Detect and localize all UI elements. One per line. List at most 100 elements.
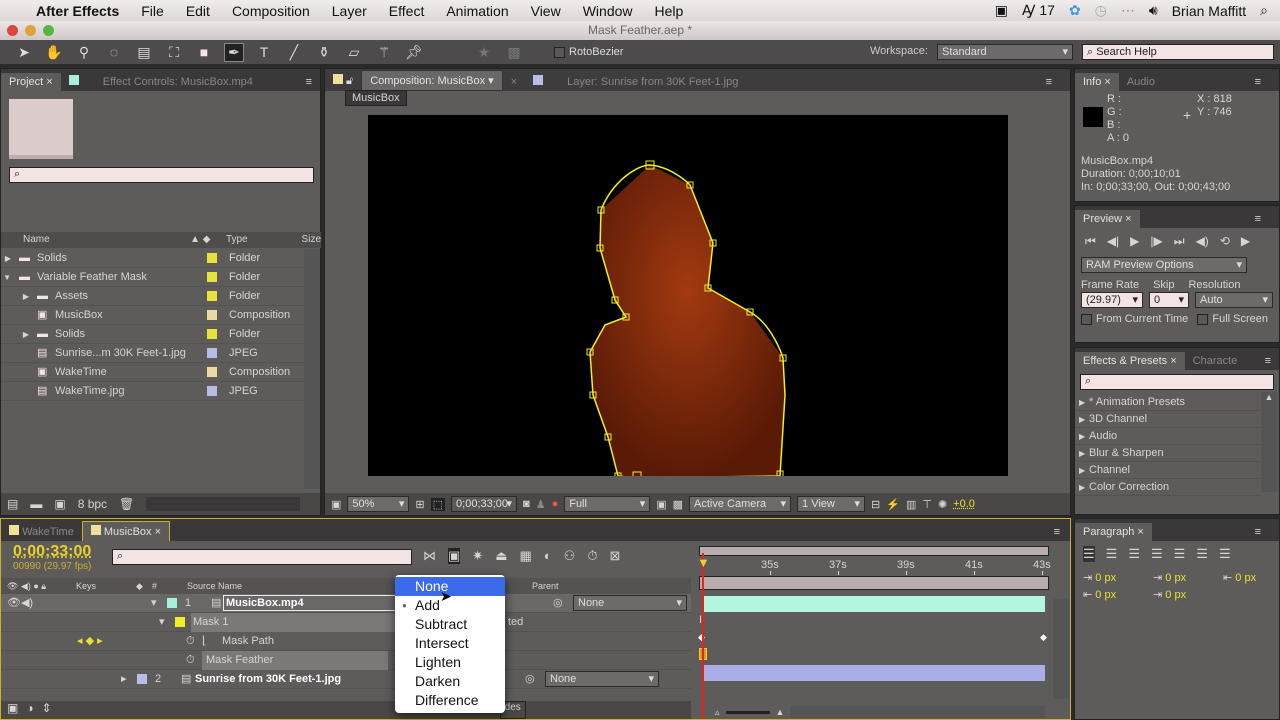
layer-row[interactable]: 👁︎◀) ▾ 1 ▤ MusicBox.mp4 ◎ None	[1, 594, 691, 613]
effects-category[interactable]: ▶ Channel	[1075, 462, 1261, 479]
mask-mode-option[interactable]: Lighten	[395, 653, 505, 672]
bluetooth-icon[interactable]: ⋯	[1121, 2, 1135, 19]
exposure-value[interactable]: +0.0	[953, 498, 975, 510]
expand-triangle-icon[interactable]: ▶	[1, 325, 29, 344]
snapshot-icon[interactable]: ◙	[523, 498, 530, 510]
skip-dropdown[interactable]: 0	[1149, 292, 1189, 308]
current-time-field[interactable]: 0;00;33;00	[451, 496, 518, 512]
draft-3d-icon[interactable]: ✷	[472, 548, 483, 564]
panel-menu-icon[interactable]: ≡	[1237, 523, 1279, 541]
transfer-controls-icon[interactable]: ◑	[26, 701, 33, 719]
mask-mode-option[interactable]: Difference	[395, 691, 505, 710]
comp-breadcrumb[interactable]: MusicBox	[345, 90, 407, 106]
zoom-out-icon[interactable]: ▵	[715, 707, 720, 718]
first-frame-icon[interactable]: ⏮	[1085, 234, 1096, 249]
volume-icon[interactable]: 🔊︎	[1149, 2, 1158, 19]
live-update-icon[interactable]: ▣	[448, 548, 461, 564]
transparency-grid-icon[interactable]: ▩	[673, 498, 683, 511]
justify-last-center-icon[interactable]: ☰	[1174, 546, 1186, 562]
mask-path-row[interactable]: ◂ ◆ ▸ ⏱ ⌊ Mask Path	[1, 632, 691, 651]
time-navigator[interactable]	[699, 546, 1049, 556]
new-composition-icon[interactable]: ▣	[54, 497, 65, 511]
expand-triangle-icon[interactable]: ▸	[121, 670, 131, 689]
current-time-indicator[interactable]	[702, 553, 704, 719]
sync-icon[interactable]: ✿	[1069, 2, 1081, 19]
label-swatch[interactable]	[207, 310, 217, 320]
label-swatch[interactable]	[207, 348, 217, 358]
menu-effect[interactable]: Effect	[389, 3, 425, 19]
loop-icon[interactable]: ⟲	[1220, 234, 1230, 249]
effects-search-input[interactable]: ⌕	[1080, 374, 1274, 390]
effects-category[interactable]: ▶ Blur & Sharpen	[1075, 445, 1261, 462]
expand-triangle-icon[interactable]: ▶	[1075, 445, 1089, 462]
expand-triangle-icon[interactable]: ▶	[1075, 428, 1089, 445]
expand-triangle-icon[interactable]: ▶	[1075, 462, 1089, 479]
space-after-field[interactable]: ⇥ 0 px	[1153, 588, 1223, 601]
tab-preview[interactable]: Preview ×	[1075, 210, 1140, 228]
zoom-window-button[interactable]	[43, 25, 54, 36]
layer-1-duration-bar[interactable]	[703, 596, 1045, 612]
tab-project[interactable]: Project ×	[1, 73, 61, 91]
pan-behind-tool-icon[interactable]: ⛶	[164, 44, 184, 61]
keyframe-navigator[interactable]: ◂ ◆ ▸	[1, 632, 186, 651]
menu-composition[interactable]: Composition	[232, 3, 310, 19]
justify-last-right-icon[interactable]: ☰	[1196, 546, 1208, 562]
comp-mini-flowchart-icon[interactable]: ⋈	[423, 548, 436, 564]
search-help-input[interactable]: ⌕ Search Help	[1082, 44, 1274, 60]
composition-viewer[interactable]	[368, 115, 1008, 481]
time-ruler[interactable]: 35s 37s 39s 41s 43s	[695, 557, 1051, 575]
clone-stamp-tool-icon[interactable]: ⚱	[314, 44, 334, 61]
layer-name-field[interactable]: MusicBox.mp4	[223, 595, 409, 611]
tab-character[interactable]: Characte	[1185, 352, 1246, 370]
always-preview-icon[interactable]: ▣	[331, 498, 341, 511]
exposure-icon[interactable]: ✺	[938, 498, 947, 511]
panel-menu-icon[interactable]: ≡	[298, 73, 320, 91]
rotobezier-checkbox[interactable]: RotoBezier	[554, 46, 623, 58]
stopwatch-icon[interactable]: ⏱	[186, 651, 202, 670]
align-left-icon[interactable]: ☰	[1083, 546, 1095, 562]
camera-dropdown[interactable]: Active Camera	[689, 496, 792, 512]
parent-dropdown[interactable]: None	[545, 671, 659, 687]
panel-menu-icon[interactable]: ≡	[1044, 523, 1070, 541]
camera-tool-icon[interactable]: ▤	[134, 44, 154, 61]
last-frame-icon[interactable]: ⏭	[1174, 234, 1185, 249]
effects-category[interactable]: ▶ * Animation Presets	[1075, 394, 1261, 411]
mask-color-swatch[interactable]	[175, 617, 185, 627]
workspace-dropdown[interactable]: Standard	[937, 44, 1073, 60]
expand-triangle-icon[interactable]: ▶	[1075, 411, 1089, 428]
panel-menu-icon[interactable]: ≡	[1028, 73, 1070, 91]
pickwhip-icon[interactable]: ◎	[525, 670, 545, 689]
toggle-pixel-aspect-icon[interactable]: ⊟	[871, 498, 880, 511]
rectangle-tool-icon[interactable]: ■	[194, 44, 214, 60]
ram-preview-icon[interactable]: ▶	[1241, 234, 1250, 249]
menu-edit[interactable]: Edit	[186, 3, 210, 19]
keyframe-end[interactable]: ◆	[1040, 632, 1047, 643]
space-before-field[interactable]: ⇤ 0 px	[1083, 588, 1153, 601]
type-tool-icon[interactable]: T	[254, 44, 274, 60]
project-item[interactable]: ▶ ▬ Solids Folder	[1, 249, 304, 268]
menu-animation[interactable]: Animation	[446, 3, 508, 19]
show-snapshot-icon[interactable]: ♟	[536, 498, 546, 511]
mask-mode-option[interactable]: Intersect	[395, 634, 505, 653]
mask-feather-row[interactable]: ⏱ Mask Feather	[1, 650, 691, 670]
project-item[interactable]: ▼ ▬ Variable Feather Mask Folder	[1, 268, 304, 287]
column-size[interactable]: Size	[302, 232, 321, 248]
hide-shy-icon[interactable]: ⏏	[495, 548, 507, 564]
indent-first-line-field[interactable]: ⇥ 0 px	[1153, 571, 1223, 584]
views-dropdown[interactable]: 1 View	[797, 496, 866, 512]
tab-paragraph[interactable]: Paragraph ×	[1075, 523, 1152, 541]
indent-left-field[interactable]: ⇥ 0 px	[1083, 571, 1153, 584]
puppet-pin-tool-icon[interactable]: 📌︎	[404, 44, 424, 61]
justify-all-icon[interactable]: ☰	[1219, 546, 1231, 562]
brainstorm-icon[interactable]: ⚇	[564, 548, 576, 564]
tab-effects-presets[interactable]: Effects & Presets ×	[1075, 352, 1185, 370]
label-column-icon[interactable]: ▲ ◆	[190, 232, 226, 248]
panel-menu-icon[interactable]: ≡	[1237, 73, 1279, 91]
expand-triangle-icon[interactable]: ▶	[1, 249, 11, 268]
layer-label-swatch[interactable]	[137, 674, 147, 684]
tab-musicbox[interactable]: MusicBox ×	[81, 521, 171, 541]
camera-icon[interactable]: ▣	[995, 2, 1008, 19]
auto-keyframe-icon[interactable]: ⏱	[587, 548, 597, 564]
mask-feather-label[interactable]: Mask Feather	[202, 650, 388, 670]
minimize-window-button[interactable]	[25, 25, 36, 36]
